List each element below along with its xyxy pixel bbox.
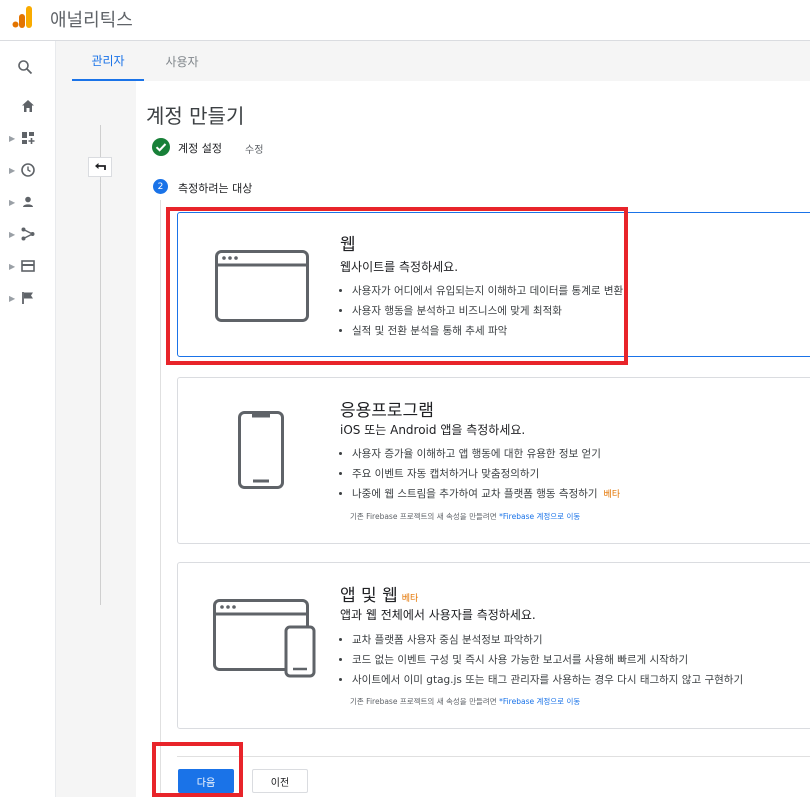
top-bar: 애널리틱스 bbox=[0, 0, 810, 41]
nav-conversions[interactable]: ▶ bbox=[0, 284, 55, 312]
page-title: 계정 만들기 bbox=[146, 104, 245, 128]
back-button[interactable] bbox=[88, 157, 112, 177]
step1-edit-link[interactable]: 수정 bbox=[245, 141, 263, 156]
appweb-card-title-row: 앱 및 웹 베타 bbox=[340, 581, 418, 606]
app-option-card[interactable]: 응용프로그램 iOS 또는 Android 앱을 측정하세요. 사용자 증가율 … bbox=[177, 377, 810, 544]
step2-label: 측정하려는 대상 bbox=[178, 182, 253, 195]
app-and-web-option-card[interactable]: 앱 및 웹베타 앱과 웹 전체에서 사용자를 측정하세요. 교차 플랫폼 사용자… bbox=[177, 562, 810, 729]
tab-admin[interactable]: 관리자 bbox=[72, 41, 144, 81]
app-title: 애널리틱스 bbox=[50, 10, 133, 31]
list-item: 교차 플랫폼 사용자 중심 분석정보 파악하기 bbox=[352, 630, 743, 650]
list-item: 주요 이벤트 자동 캡처하거나 맞춤정의하기 bbox=[352, 464, 620, 484]
expand-caret-icon: ▶ bbox=[9, 229, 16, 239]
nav-audience[interactable]: ▶ bbox=[0, 188, 55, 216]
list-item: 코드 없는 이벤트 구성 및 즉시 사용 가능한 보고서를 사용해 빠르게 시작… bbox=[352, 650, 743, 670]
expand-caret-icon: ▶ bbox=[9, 261, 16, 271]
list-item: 사이트에서 이미 gtag.js 또는 태그 관리자를 사용하는 경우 다시 태… bbox=[352, 670, 743, 690]
expand-caret-icon: ▶ bbox=[9, 165, 16, 175]
beta-badge: 베타 bbox=[603, 490, 621, 500]
customization-icon bbox=[22, 132, 35, 144]
gutter-divider bbox=[100, 125, 101, 605]
analytics-logo-icon[interactable] bbox=[12, 5, 34, 29]
firebase-link[interactable]: *Firebase 계정으로 이동 bbox=[499, 697, 580, 706]
left-nav: ▶ ▶ ▶ ▶ ▶ ▶ bbox=[0, 41, 56, 797]
step2-line bbox=[160, 200, 161, 797]
highlight-box-web bbox=[166, 207, 628, 365]
nav-search[interactable] bbox=[0, 53, 55, 81]
appweb-card-bullets: 교차 플랫폼 사용자 중심 분석정보 파악하기 코드 없는 이벤트 구성 및 즉… bbox=[338, 630, 743, 690]
step2-number-badge: 2 bbox=[153, 179, 168, 194]
audience-person-icon bbox=[23, 196, 33, 207]
expand-caret-icon: ▶ bbox=[9, 293, 16, 303]
back-arrow-icon bbox=[95, 163, 106, 170]
nav-home[interactable] bbox=[0, 92, 55, 120]
list-item-text: 나중에 웹 스트림을 추가하여 교차 플랫폼 행동 측정하기 bbox=[352, 488, 598, 500]
acquisition-icon bbox=[21, 227, 35, 241]
realtime-clock-icon bbox=[21, 163, 35, 177]
app-card-title: 응용프로그램 bbox=[340, 401, 434, 421]
app-card-bullets: 사용자 증가율 이해하고 앱 행동에 대한 유용한 정보 얻기 주요 이벤트 자… bbox=[338, 444, 620, 504]
note-text: 기존 Firebase 프로젝트의 새 속성을 만들려면 bbox=[350, 697, 500, 706]
list-item: 사용자 증가율 이해하고 앱 행동에 대한 유용한 정보 얻기 bbox=[352, 444, 620, 464]
step-complete-icon bbox=[152, 138, 170, 156]
appweb-card-title: 앱 및 웹 bbox=[340, 586, 398, 606]
expand-caret-icon: ▶ bbox=[9, 133, 16, 143]
list-item: 나중에 웹 스트림을 추가하여 교차 플랫폼 행동 측정하기 베타 bbox=[352, 484, 620, 504]
nav-customization[interactable]: ▶ bbox=[0, 124, 55, 152]
browser-and-phone-icon bbox=[213, 599, 316, 678]
firebase-link[interactable]: *Firebase 계정으로 이동 bbox=[499, 512, 580, 521]
mobile-phone-icon bbox=[238, 411, 284, 489]
admin-subheader: 관리자 사용자 bbox=[56, 41, 810, 81]
previous-button[interactable]: 이전 bbox=[252, 769, 308, 793]
expand-caret-icon: ▶ bbox=[9, 197, 16, 207]
appweb-card-note: 기존 Firebase 프로젝트의 새 속성을 만들려면 *Firebase 계… bbox=[350, 696, 580, 707]
appweb-card-subtitle: 앱과 웹 전체에서 사용자를 측정하세요. bbox=[340, 608, 536, 622]
highlight-box-next bbox=[152, 742, 243, 797]
nav-behavior[interactable]: ▶ bbox=[0, 252, 55, 280]
home-icon bbox=[22, 100, 34, 112]
app-card-note: 기존 Firebase 프로젝트의 새 속성을 만들려면 *Firebase 계… bbox=[350, 511, 580, 522]
footer-divider bbox=[177, 756, 810, 757]
conversions-flag-icon bbox=[22, 292, 33, 304]
app-card-subtitle: iOS 또는 Android 앱을 측정하세요. bbox=[340, 423, 526, 437]
search-icon bbox=[18, 60, 33, 75]
tab-user[interactable]: 사용자 bbox=[154, 41, 210, 81]
nav-acquisition[interactable]: ▶ bbox=[0, 220, 55, 248]
step1-label: 계정 설정 bbox=[178, 142, 222, 155]
behavior-icon bbox=[21, 260, 35, 272]
nav-realtime[interactable]: ▶ bbox=[0, 156, 55, 184]
note-text: 기존 Firebase 프로젝트의 새 속성을 만들려면 bbox=[350, 512, 500, 521]
left-gutter bbox=[56, 81, 136, 797]
beta-badge: 베타 bbox=[401, 594, 419, 604]
